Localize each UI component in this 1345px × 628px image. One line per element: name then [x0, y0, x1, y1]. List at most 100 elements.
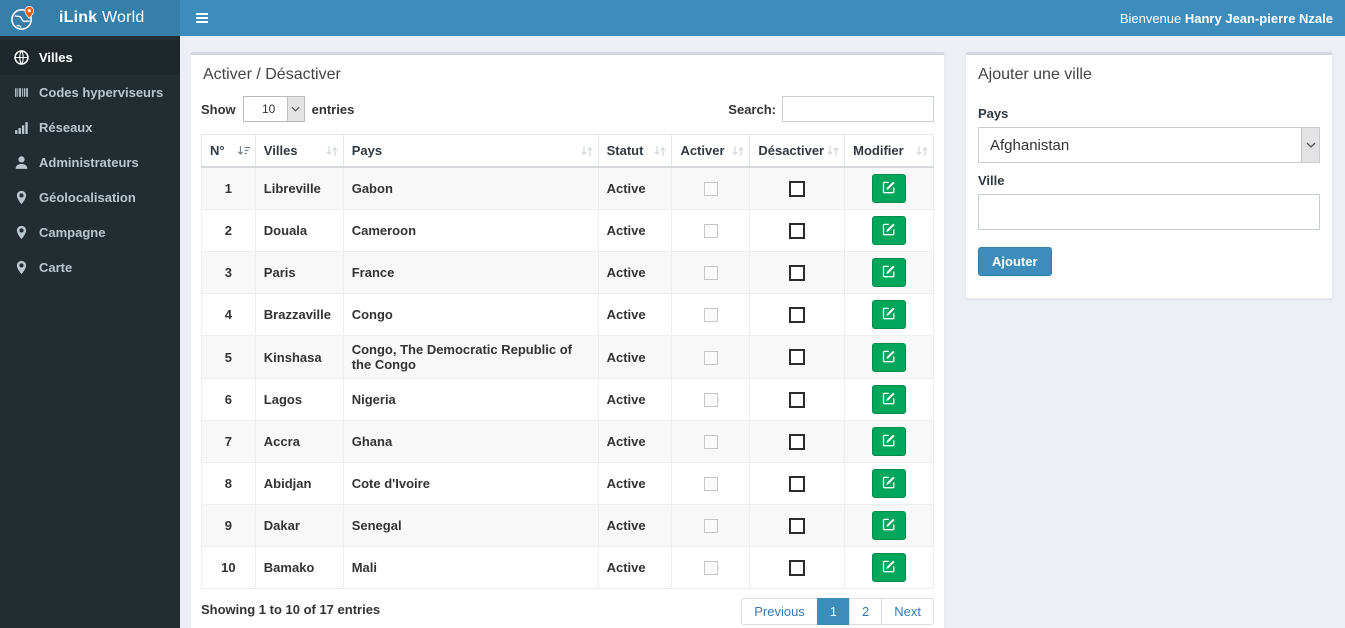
desactiver-checkbox[interactable] — [789, 433, 806, 450]
search-label: Search: — [728, 101, 776, 117]
search-input[interactable] — [782, 96, 934, 122]
row-statut: Active — [597, 166, 673, 210]
sidebar-toggle-icon[interactable] — [180, 0, 224, 36]
country-select[interactable]: Afghanistan — [978, 127, 1320, 163]
sort-both-icon — [325, 144, 339, 157]
row-statut: Active — [597, 504, 673, 547]
sidebar-item-administrateurs[interactable]: Administrateurs — [0, 145, 180, 180]
column-header-pays[interactable]: Pays — [342, 134, 599, 168]
welcome-username: Hanry Jean-pierre Nzale — [1184, 10, 1333, 26]
desactiver-checkbox[interactable] — [789, 264, 806, 281]
desactiver-checkbox[interactable] — [789, 475, 806, 492]
modifier-button[interactable] — [872, 300, 907, 329]
desactiver-checkbox[interactable] — [789, 349, 806, 366]
row-ville: Brazzaville — [254, 293, 344, 336]
sidebar-item-reseaux[interactable]: Réseaux — [0, 110, 180, 145]
sidebar-item-geolocalisation[interactable]: Géolocalisation — [0, 180, 180, 215]
city-label: Ville — [978, 173, 1005, 188]
sidebar-item-codes-hyperviseurs[interactable]: Codes hyperviseurs — [0, 75, 180, 110]
table-row: 3 Paris France Active — [201, 251, 934, 294]
desactiver-checkbox[interactable] — [789, 391, 806, 408]
row-ville: Dakar — [254, 504, 344, 547]
row-statut: Active — [597, 293, 673, 336]
row-pays: Mali — [342, 546, 599, 589]
sort-asc-icon — [237, 144, 251, 157]
row-pays: Senegal — [342, 504, 599, 547]
welcome-message: Bienvenue Hanry Jean-pierre Nzale — [1120, 11, 1345, 26]
sort-both-icon — [915, 144, 929, 157]
sort-both-icon — [826, 144, 840, 157]
edit-pencil-icon — [882, 349, 896, 366]
table-row: 8 Abidjan Cote d'Ivoire Active — [201, 462, 934, 505]
modifier-button[interactable] — [872, 427, 907, 456]
activer-checkbox — [703, 182, 718, 197]
row-statut: Active — [597, 420, 673, 463]
sidebar-item-campagne[interactable]: Campagne — [0, 215, 180, 250]
sidebar-item-carte[interactable]: Carte — [0, 250, 180, 285]
column-header-numero[interactable]: N° — [201, 134, 256, 168]
activer-checkbox — [703, 477, 718, 492]
column-header-desactiver[interactable]: Désactiver — [749, 134, 846, 168]
page-length-control: Show 10 entries — [201, 96, 354, 122]
desactiver-checkbox[interactable] — [789, 306, 806, 323]
edit-pencil-icon — [882, 433, 896, 450]
table-row: 4 Brazzaville Congo Active — [201, 293, 934, 336]
activer-checkbox — [703, 350, 718, 365]
sidebar-item-label: Géolocalisation — [39, 190, 136, 205]
sidebar-item-label: Campagne — [39, 225, 106, 240]
row-number: 10 — [201, 546, 256, 589]
modifier-button[interactable] — [872, 511, 907, 540]
column-header-activer[interactable]: Activer — [671, 134, 751, 168]
brand-logo[interactable]: iLink World — [0, 0, 180, 36]
row-pays: Cameroon — [342, 209, 599, 252]
row-pays: Congo, The Democratic Republic of the Co… — [342, 335, 599, 379]
table-controls: Show 10 entries Search: — [191, 92, 944, 134]
pagination: Previous 1 2 Next — [741, 598, 934, 625]
ajouter-button[interactable]: Ajouter — [978, 247, 1052, 276]
desactiver-checkbox[interactable] — [789, 559, 806, 576]
city-input[interactable] — [978, 194, 1320, 230]
pagination-previous-button[interactable]: Previous — [741, 598, 818, 625]
modifier-button[interactable] — [872, 258, 907, 287]
modifier-button[interactable] — [872, 174, 907, 203]
row-ville: Libreville — [254, 166, 344, 210]
activer-checkbox — [703, 308, 718, 323]
sidebar-item-villes[interactable]: Villes — [0, 40, 180, 75]
desactiver-checkbox[interactable] — [789, 180, 806, 197]
table-info: Showing 1 to 10 of 17 entries — [201, 602, 381, 617]
modifier-button[interactable] — [872, 216, 907, 245]
cities-table: N° Villes Pays Statut Activer Désactiver — [201, 134, 934, 589]
row-number: 9 — [201, 504, 256, 547]
activer-checkbox — [703, 435, 718, 450]
modifier-button[interactable] — [872, 385, 907, 414]
pagination-page-2-button[interactable]: 2 — [849, 598, 883, 625]
row-ville: Paris — [254, 251, 344, 294]
desactiver-checkbox[interactable] — [789, 222, 806, 239]
column-header-modifier[interactable]: Modifier — [844, 134, 934, 168]
add-city-panel: Ajouter une ville Pays Afghanistan Ville… — [965, 52, 1333, 299]
sort-both-icon — [653, 144, 667, 157]
row-number: 1 — [201, 166, 256, 210]
pagination-next-button[interactable]: Next — [881, 598, 934, 625]
signal-bars-icon — [14, 120, 29, 135]
row-statut: Active — [597, 546, 673, 589]
add-city-form: Pays Afghanistan Ville Ajouter — [966, 92, 1332, 298]
activer-checkbox — [703, 224, 718, 239]
table-panel-title: Activer / Désactiver — [203, 66, 341, 83]
column-header-statut[interactable]: Statut — [597, 134, 673, 168]
table-row: 10 Bamako Mali Active — [201, 546, 934, 589]
row-statut: Active — [597, 335, 673, 379]
row-number: 3 — [201, 251, 256, 294]
pagination-page-1-button[interactable]: 1 — [816, 598, 851, 625]
modifier-button[interactable] — [872, 342, 907, 372]
app-title-bold: iLink — [59, 9, 98, 26]
modifier-button[interactable] — [872, 469, 907, 498]
row-pays: France — [342, 251, 599, 294]
modifier-button[interactable] — [872, 553, 907, 582]
edit-pencil-icon — [882, 180, 896, 197]
column-header-villes[interactable]: Villes — [254, 134, 344, 168]
desactiver-checkbox[interactable] — [789, 517, 806, 534]
page-length-select[interactable]: 10 — [242, 96, 305, 122]
edit-pencil-icon — [882, 222, 896, 239]
sidebar: Villes Codes hyperviseurs Réseaux Admini… — [0, 36, 180, 628]
